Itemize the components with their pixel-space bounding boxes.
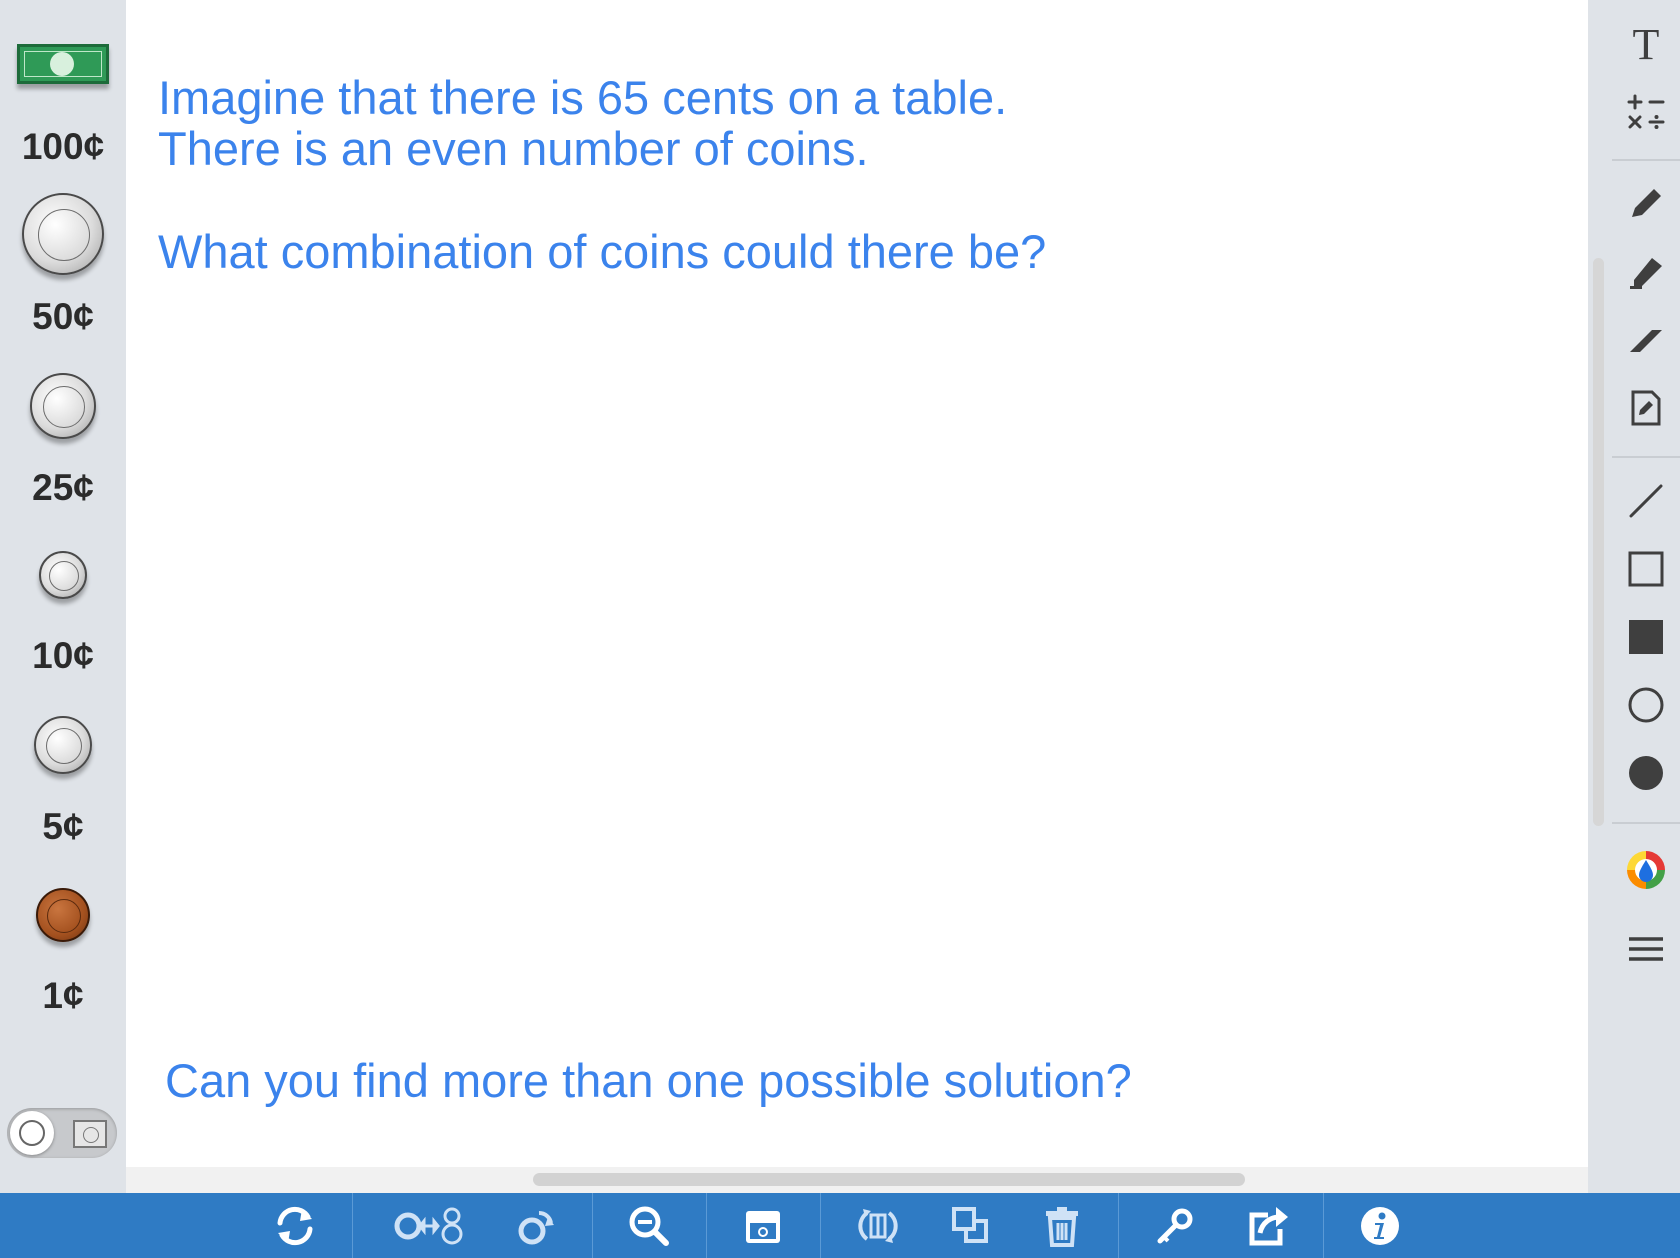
penny-icon[interactable] <box>36 888 90 942</box>
money-panel: 100¢ 50¢ 25¢ 10¢ 5¢ 1¢ <box>0 0 126 1193</box>
exchange-button[interactable] <box>392 1201 472 1251</box>
tray-button[interactable] <box>735 1201 791 1251</box>
key-button[interactable] <box>1147 1201 1203 1251</box>
pencil-tool[interactable] <box>1622 180 1670 228</box>
note-icon <box>1631 390 1661 426</box>
rotate-button[interactable] <box>850 1201 906 1251</box>
eraser-icon <box>1630 330 1662 352</box>
zoom-out-icon <box>629 1206 669 1246</box>
bottom-toolbar <box>0 1193 1680 1258</box>
money-label-25: 25¢ <box>32 467 94 508</box>
key-icon <box>1157 1208 1193 1244</box>
toolbar-divider <box>1612 159 1680 161</box>
tray-icon <box>746 1211 780 1243</box>
menu-button[interactable] <box>1622 925 1670 973</box>
trash-button[interactable] <box>1034 1201 1090 1251</box>
math-tool[interactable] <box>1622 88 1670 136</box>
reset-button[interactable] <box>267 1201 323 1251</box>
flip-coin-button[interactable] <box>508 1201 564 1251</box>
money-label-1: 1¢ <box>42 975 84 1016</box>
line-icon <box>1629 484 1663 518</box>
flip-coin-icon <box>518 1210 554 1245</box>
penny-item[interactable] <box>0 888 126 942</box>
exchange-icon <box>394 1207 463 1245</box>
money-label-5: 5¢ <box>42 806 84 847</box>
coin-bill-toggle[interactable] <box>7 1108 117 1158</box>
coin-icon <box>19 1120 45 1146</box>
bottom-divider <box>592 1193 593 1258</box>
eraser-tool[interactable] <box>1622 316 1670 364</box>
dollar-bill-icon[interactable] <box>17 44 109 84</box>
reset-icon <box>277 1206 313 1246</box>
money-label-100: 100¢ <box>21 126 105 167</box>
circle-outline-icon <box>1628 687 1664 723</box>
text-tool[interactable]: T <box>1622 19 1670 69</box>
toolbar-divider <box>1612 456 1680 458</box>
dollar-bill-item[interactable] <box>0 44 126 84</box>
highlighter-tool[interactable] <box>1622 248 1670 296</box>
rectangle-filled-tool[interactable] <box>1622 613 1670 661</box>
color-picker-tool[interactable] <box>1622 846 1670 894</box>
money-label-50: 50¢ <box>32 296 94 337</box>
rectangle-outline-icon <box>1628 551 1664 587</box>
bottom-divider <box>352 1193 353 1258</box>
text-icon: T <box>1632 19 1660 69</box>
bottom-divider <box>820 1193 821 1258</box>
duplicate-button[interactable] <box>943 1201 999 1251</box>
nickel-icon[interactable] <box>34 716 92 774</box>
right-toolbar: T <box>1612 0 1680 1193</box>
circle-outline-tool[interactable] <box>1622 681 1670 729</box>
quarter-item[interactable] <box>0 373 126 439</box>
toggle-knob[interactable] <box>10 1111 54 1155</box>
circle-filled-tool[interactable] <box>1622 749 1670 797</box>
horizontal-scrollbar[interactable] <box>533 1173 1245 1186</box>
bill-icon <box>73 1120 107 1148</box>
menu-icon <box>1629 937 1663 961</box>
half-dollar-item[interactable] <box>0 193 126 275</box>
info-button[interactable] <box>1352 1201 1408 1251</box>
color-picker-icon <box>1627 851 1665 889</box>
math-symbols-icon <box>1627 94 1665 129</box>
circle-filled-icon <box>1629 756 1663 790</box>
half-dollar-icon[interactable] <box>22 193 104 275</box>
prompt-question: What combination of coins could there be… <box>158 225 1047 278</box>
share-button[interactable] <box>1240 1201 1296 1251</box>
prompt-footer-question: Can you find more than one possible solu… <box>165 1054 1132 1107</box>
dime-item[interactable] <box>0 551 126 599</box>
bottom-divider <box>1118 1193 1119 1258</box>
rectangle-filled-icon <box>1629 620 1663 654</box>
duplicate-icon <box>952 1207 988 1243</box>
vertical-scrollbar[interactable] <box>1593 258 1604 826</box>
money-label-10: 10¢ <box>32 635 94 676</box>
rotate-icon <box>858 1209 898 1243</box>
bottom-divider <box>1323 1193 1324 1258</box>
trash-icon <box>1046 1207 1078 1247</box>
toolbar-divider <box>1612 822 1680 824</box>
rectangle-outline-tool[interactable] <box>1622 545 1670 593</box>
share-icon <box>1249 1207 1288 1246</box>
line-tool[interactable] <box>1622 477 1670 525</box>
workspace-canvas[interactable]: Imagine that there is 65 cents on a tabl… <box>126 0 1588 1167</box>
quarter-icon[interactable] <box>30 373 96 439</box>
nickel-item[interactable] <box>0 716 126 774</box>
prompt-line-2: There is an even number of coins. <box>158 122 869 175</box>
info-icon <box>1361 1207 1399 1245</box>
prompt-line-1: Imagine that there is 65 cents on a tabl… <box>158 71 1008 124</box>
bottom-divider <box>706 1193 707 1258</box>
dime-icon[interactable] <box>39 551 87 599</box>
zoom-out-button[interactable] <box>621 1201 677 1251</box>
pencil-icon <box>1632 189 1661 217</box>
note-tool[interactable] <box>1622 384 1670 432</box>
highlighter-icon <box>1630 258 1662 289</box>
